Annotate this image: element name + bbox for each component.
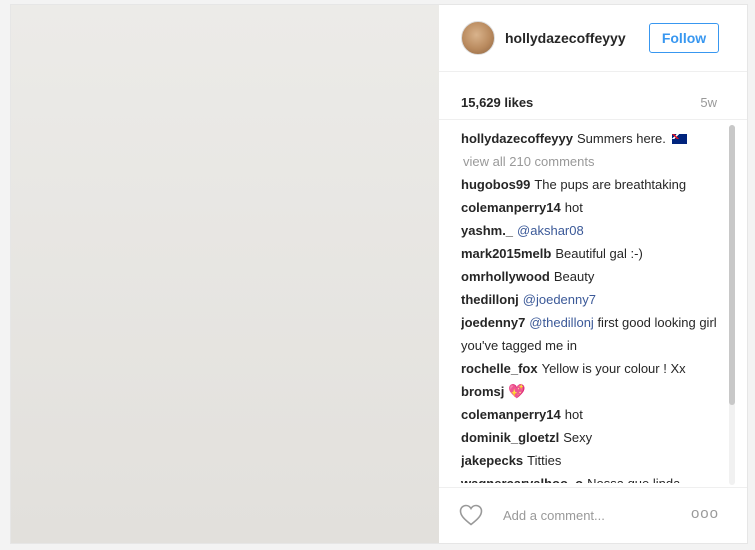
comments-scrollbar[interactable]: [729, 125, 735, 485]
caption-username[interactable]: hollydazecoffeyyy: [461, 131, 573, 146]
follow-button[interactable]: Follow: [649, 23, 719, 53]
comment-item: wagnercarvalhoo_o Nossa que linda: [461, 472, 723, 483]
comment-item: bromsj 💖: [461, 380, 723, 403]
caption-text: Summers here.: [577, 131, 666, 146]
instagram-post: hollydazecoffeyyy Follow 15,629 likes 5w…: [10, 4, 748, 544]
comment-item: yashm._ @akshar08: [461, 219, 723, 242]
comment-mention[interactable]: @akshar08: [517, 223, 584, 238]
avatar[interactable]: [461, 21, 495, 55]
post-sidebar: hollydazecoffeyyy Follow 15,629 likes 5w…: [439, 5, 747, 543]
comment-item: hugobos99 The pups are breathtaking: [461, 173, 723, 196]
comment-item: colemanperry14 hot: [461, 403, 723, 426]
post-photo[interactable]: [11, 5, 439, 543]
comment-text: Sexy: [563, 430, 593, 445]
australia-flag-icon: [671, 134, 687, 144]
comment-text: The pups are breathtaking: [534, 177, 687, 192]
comment-username[interactable]: hugobos99: [461, 177, 530, 192]
post-header: hollydazecoffeyyy Follow: [439, 5, 747, 72]
caption: hollydazecoffeyyy Summers here.: [461, 127, 723, 150]
comment-username[interactable]: thedillonj: [461, 292, 519, 307]
likes-count[interactable]: 15,629 likes: [461, 95, 533, 110]
post-username[interactable]: hollydazecoffeyyy: [505, 30, 626, 46]
post-age: 5w: [700, 95, 717, 110]
comment-text: Titties: [527, 453, 562, 468]
comment-item: joedenny7 @thedillonj first good looking …: [461, 311, 723, 357]
comment-text: Nossa que linda: [587, 476, 680, 483]
view-all-comments-link[interactable]: view all 210 comments: [463, 150, 723, 173]
comment-rows: hugobos99 The pups are breathtaking colema…: [461, 173, 723, 483]
comment-mention[interactable]: @thedillonj: [529, 315, 594, 330]
comment-username[interactable]: dominik_gloetzl: [461, 430, 559, 445]
comment-mention[interactable]: @joedenny7: [523, 292, 596, 307]
comment-username[interactable]: joedenny7: [461, 315, 525, 330]
post-footer: ooo: [439, 487, 747, 544]
comment-username[interactable]: jakepecks: [461, 453, 523, 468]
comment-text: hot: [564, 200, 583, 215]
comment-item: omrhollywood Beauty: [461, 265, 723, 288]
comments-list: hollydazecoffeyyy Summers here. view all …: [461, 127, 723, 483]
comment-text: 💖: [508, 383, 526, 399]
comment-username[interactable]: omrhollywood: [461, 269, 550, 284]
comment-username[interactable]: wagnercarvalhoo_o: [461, 476, 583, 483]
comment-text: Beauty: [553, 269, 595, 284]
comment-username[interactable]: yashm._: [461, 223, 513, 238]
comment-text: Beautiful gal :-): [555, 246, 643, 261]
comment-item: rochelle_fox Yellow is your colour ! Xx: [461, 357, 723, 380]
add-comment-input[interactable]: [503, 504, 683, 526]
more-options-icon[interactable]: ooo: [691, 505, 719, 522]
comment-item: thedillonj @joedenny7: [461, 288, 723, 311]
comment-username[interactable]: colemanperry14: [461, 407, 561, 422]
photo-placeholder: [11, 5, 439, 543]
comment-text: Yellow is your colour ! Xx: [541, 361, 686, 376]
comment-item: jakepecks Titties: [461, 449, 723, 472]
comment-text: hot: [564, 407, 583, 422]
scrollbar-thumb[interactable]: [729, 125, 735, 405]
comment-item: mark2015melb Beautiful gal :-): [461, 242, 723, 265]
comment-item: colemanperry14 hot: [461, 196, 723, 219]
comment-username[interactable]: colemanperry14: [461, 200, 561, 215]
heart-icon[interactable]: [459, 504, 483, 526]
comment-username[interactable]: mark2015melb: [461, 246, 551, 261]
comment-username[interactable]: rochelle_fox: [461, 361, 538, 376]
comment-username[interactable]: bromsj: [461, 384, 504, 399]
comment-item: dominik_gloetzl Sexy: [461, 426, 723, 449]
post-meta: 15,629 likes 5w: [439, 71, 747, 120]
